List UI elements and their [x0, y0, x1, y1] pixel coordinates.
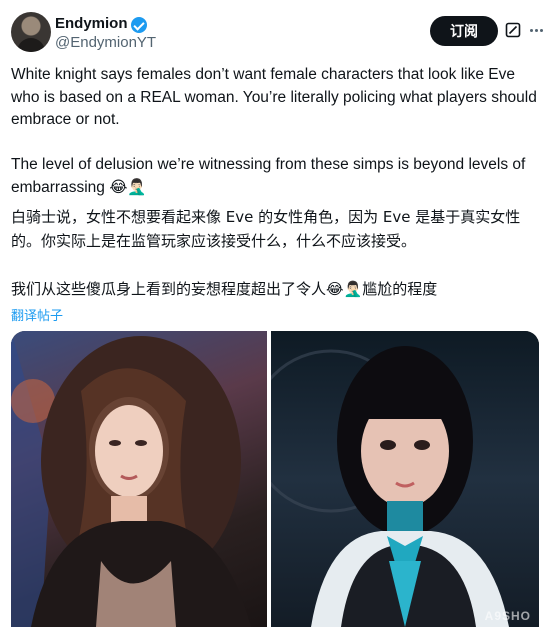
subscribe-button[interactable]: 订阅 — [430, 16, 498, 46]
grok-icon[interactable] — [505, 22, 521, 38]
post-header: Endymion @EndymionYT 订阅 — [11, 12, 543, 56]
post-text-english: White knight says females don’t want fem… — [11, 66, 537, 196]
translate-post-link[interactable]: 翻译帖子 — [11, 305, 63, 324]
author-avatar[interactable] — [11, 12, 51, 52]
author-name-block: Endymion @EndymionYT — [55, 14, 156, 52]
author-name-text: Endymion — [55, 15, 128, 32]
media-watermark: A9SHO — [484, 609, 531, 623]
author-display-name[interactable]: Endymion — [55, 14, 147, 33]
avatar-figure — [17, 38, 45, 52]
more-dots-icon[interactable] — [529, 22, 543, 38]
author-handle[interactable]: @EndymionYT — [55, 33, 156, 52]
photo-game-character-eve[interactable]: A9SHO — [271, 331, 539, 627]
verified-badge-icon[interactable] — [130, 16, 147, 33]
post-text-chinese-translation: 白骑士说，女性不想要看起来像 Eve 的女性角色，因为 Eve 是基于真实女性的… — [11, 208, 521, 298]
photo-real-woman[interactable] — [11, 331, 267, 627]
post-media[interactable]: A9SHO — [11, 331, 539, 627]
